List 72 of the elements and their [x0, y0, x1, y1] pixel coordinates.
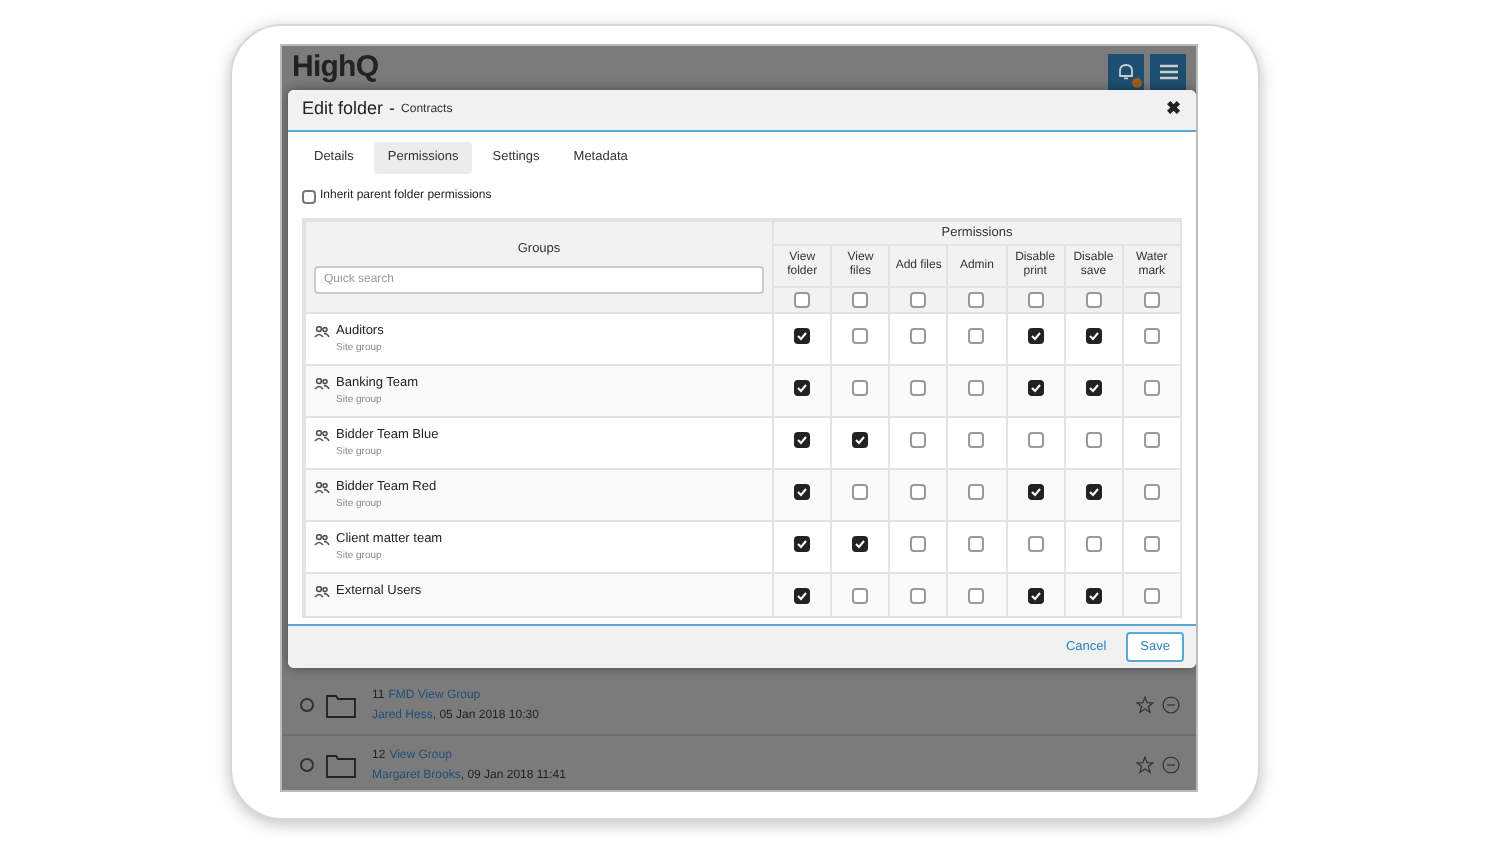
- menu-icon: [1159, 64, 1177, 80]
- checkbox[interactable]: [852, 484, 869, 500]
- checkbox[interactable]: [1027, 588, 1044, 604]
- folder-icon: [326, 753, 356, 777]
- menu-button[interactable]: [1150, 54, 1186, 90]
- checkbox[interactable]: [852, 380, 869, 396]
- checkbox[interactable]: [1143, 484, 1160, 500]
- checkbox[interactable]: [852, 536, 869, 552]
- close-button[interactable]: ✖: [1166, 96, 1182, 124]
- checkbox[interactable]: [1085, 484, 1102, 500]
- checkbox[interactable]: [968, 292, 985, 308]
- checkbox[interactable]: [1085, 380, 1102, 396]
- checkbox[interactable]: [968, 484, 985, 500]
- dialog-title: Edit folder: [302, 96, 384, 123]
- more-icon[interactable]: [1162, 756, 1180, 774]
- checkbox[interactable]: [1085, 588, 1102, 604]
- checkbox[interactable]: [910, 588, 927, 604]
- star-icon[interactable]: [1136, 756, 1154, 774]
- checkbox[interactable]: [1143, 536, 1160, 552]
- checkbox[interactable]: [852, 432, 869, 448]
- checkbox[interactable]: [1143, 380, 1160, 396]
- checkbox[interactable]: [910, 484, 927, 500]
- checkbox[interactable]: [910, 432, 927, 448]
- checkbox[interactable]: [794, 292, 811, 308]
- checkbox[interactable]: [1143, 292, 1160, 308]
- checkbox[interactable]: [794, 328, 811, 344]
- checkbox[interactable]: [1027, 328, 1044, 344]
- checkbox[interactable]: [968, 380, 985, 396]
- checkbox[interactable]: [1027, 536, 1044, 552]
- logo: HighQ: [292, 47, 379, 88]
- checkbox[interactable]: [968, 432, 985, 448]
- inherit-checkbox[interactable]: [302, 189, 316, 203]
- checkbox[interactable]: [1027, 380, 1044, 396]
- checkbox[interactable]: [1027, 292, 1044, 308]
- star-icon[interactable]: [1136, 696, 1154, 714]
- row-checkbox[interactable]: [300, 758, 314, 772]
- checkbox[interactable]: [1085, 292, 1102, 308]
- checkbox[interactable]: [968, 588, 985, 604]
- group-icon: [314, 430, 330, 442]
- row-checkbox[interactable]: [300, 698, 314, 712]
- checkbox[interactable]: [910, 292, 927, 308]
- bell-icon: [1116, 62, 1136, 82]
- checkbox[interactable]: [794, 484, 811, 500]
- checkbox[interactable]: [794, 536, 811, 552]
- checkbox[interactable]: [794, 380, 811, 396]
- group-icon: [314, 586, 330, 598]
- checkbox[interactable]: [852, 588, 869, 604]
- checkbox[interactable]: [794, 588, 811, 604]
- checkbox[interactable]: [910, 380, 927, 396]
- checkbox[interactable]: [910, 536, 927, 552]
- group-icon: [314, 326, 330, 338]
- checkbox[interactable]: [1027, 484, 1044, 500]
- checkbox[interactable]: [1143, 588, 1160, 604]
- checkbox[interactable]: [1085, 536, 1102, 552]
- checkbox[interactable]: [968, 536, 985, 552]
- checkbox[interactable]: [1085, 328, 1102, 344]
- checkbox[interactable]: [1143, 432, 1160, 448]
- checkbox[interactable]: [1085, 432, 1102, 448]
- group-icon: [314, 378, 330, 390]
- checkbox[interactable]: [794, 432, 811, 448]
- checkbox[interactable]: [1143, 328, 1160, 344]
- folder-icon: [326, 693, 356, 717]
- checkbox[interactable]: [910, 328, 927, 344]
- checkbox[interactable]: [1027, 432, 1044, 448]
- group-icon: [314, 534, 330, 546]
- group-icon: [314, 482, 330, 494]
- notification-button[interactable]: [1108, 54, 1144, 90]
- more-icon[interactable]: [1162, 696, 1180, 714]
- checkbox[interactable]: [968, 328, 985, 344]
- checkbox[interactable]: [852, 328, 869, 344]
- title-separator: -: [389, 96, 396, 123]
- checkbox[interactable]: [852, 292, 869, 308]
